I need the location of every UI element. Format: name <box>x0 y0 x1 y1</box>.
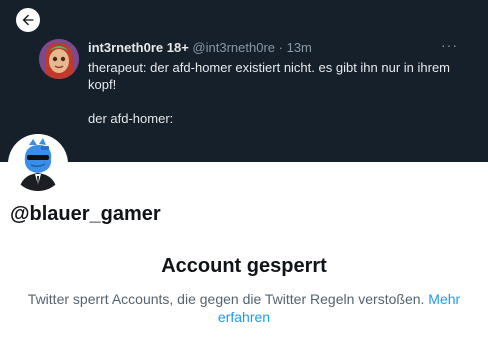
avatar-image <box>39 39 79 79</box>
tweet-author-name[interactable]: int3rneth0re 18+ <box>88 40 189 55</box>
more-horizontal-icon[interactable]: ··· <box>441 38 458 52</box>
arrow-left-icon <box>22 14 34 26</box>
profile-handle: @blauer_gamer <box>10 203 161 225</box>
header-banner: int3rneth0re 18+ @int3rneth0re · 13m ···… <box>0 0 488 162</box>
tweet-author-handle[interactable]: @int3rneth0re <box>192 40 275 55</box>
suspension-description-text: Twitter sperrt Accounts, die gegen die T… <box>27 291 425 307</box>
tweet-text: therapeut: der afd-homer existiert nicht… <box>88 60 451 126</box>
tweet-separator: · <box>278 40 283 55</box>
tweet-time[interactable]: 13m <box>287 40 312 55</box>
back-button[interactable] <box>16 8 40 32</box>
tweet-header: int3rneth0re 18+ @int3rneth0re · 13m <box>88 40 458 56</box>
suspension-title: Account gesperrt <box>161 255 327 277</box>
profile-avatar[interactable] <box>8 134 68 194</box>
suspension-description: Twitter sperrt Accounts, die gegen die T… <box>20 290 468 326</box>
avatar-image <box>11 137 65 191</box>
tweet-author-avatar[interactable] <box>39 39 79 79</box>
